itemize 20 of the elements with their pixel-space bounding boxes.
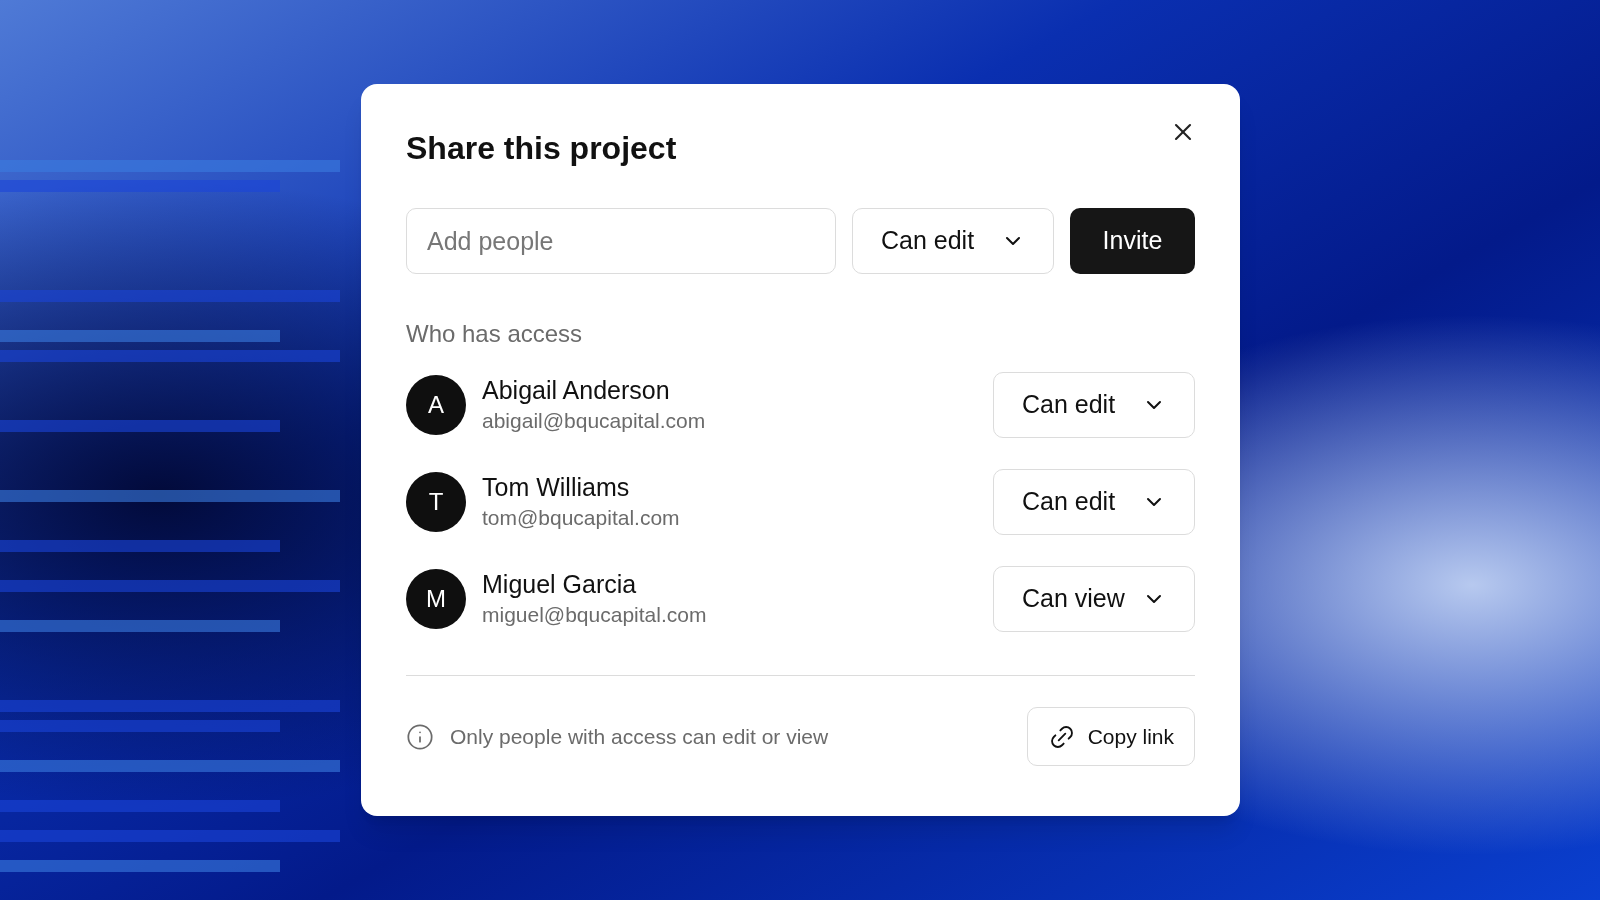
avatar: M bbox=[406, 569, 466, 629]
copy-link-button[interactable]: Copy link bbox=[1026, 707, 1195, 766]
invite-button[interactable]: Invite bbox=[1070, 208, 1195, 274]
role-dropdown[interactable]: Can edit bbox=[852, 208, 1054, 274]
person-name: Miguel Garcia bbox=[482, 569, 638, 600]
person-email: tom@bqucapital.com bbox=[482, 505, 680, 531]
avatar: T bbox=[406, 472, 466, 532]
access-note: Only people with access can edit or view bbox=[450, 723, 829, 750]
add-people-field[interactable]: Add people bbox=[406, 208, 836, 274]
person-name: Tom Williams bbox=[482, 472, 631, 503]
person-email: miguel@bqucapital.com bbox=[482, 602, 707, 628]
person-name: Abigail Anderson bbox=[482, 375, 671, 406]
person-email: abigail@bqucapital.com bbox=[482, 408, 706, 434]
role-dropdown[interactable]: Can view bbox=[993, 566, 1195, 632]
role-dropdown[interactable]: Can edit bbox=[993, 469, 1195, 535]
section-label: Who has access bbox=[406, 319, 584, 349]
role-dropdown[interactable]: Can edit bbox=[993, 372, 1195, 438]
info-icon bbox=[406, 722, 434, 751]
dialog-title: Share this project bbox=[406, 129, 677, 168]
avatar: A bbox=[406, 375, 466, 435]
